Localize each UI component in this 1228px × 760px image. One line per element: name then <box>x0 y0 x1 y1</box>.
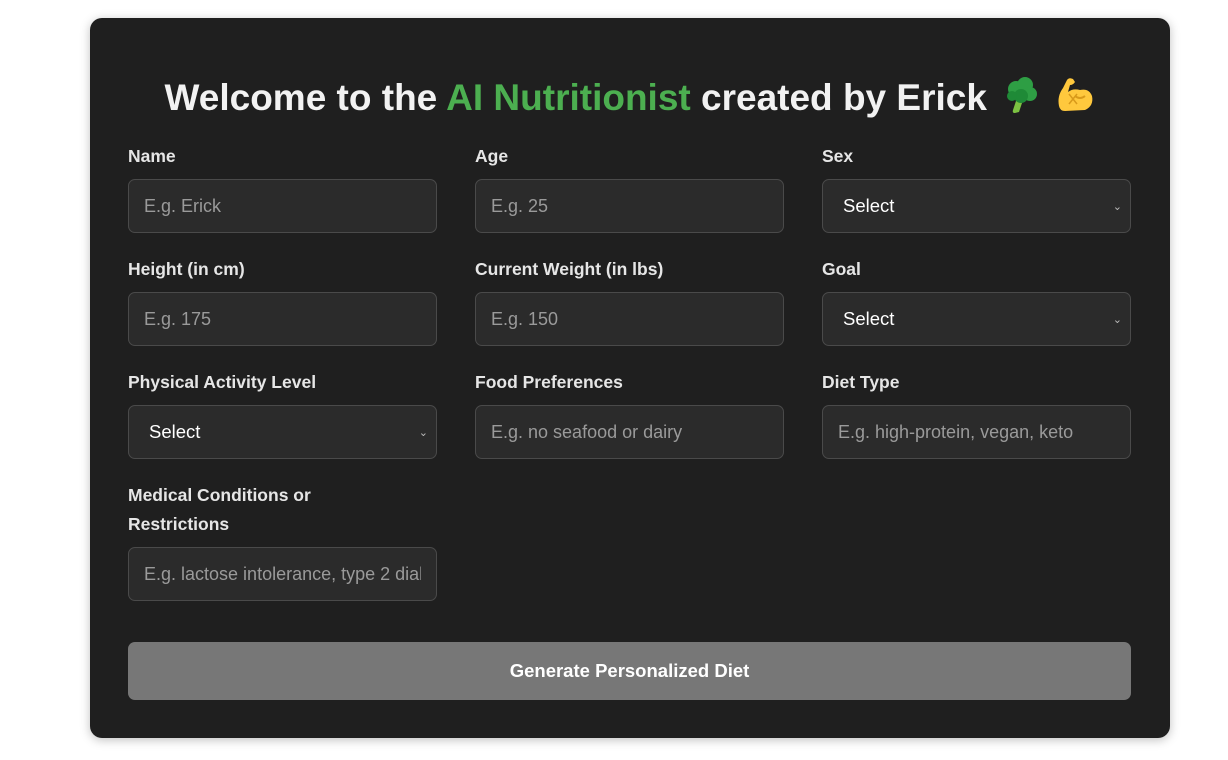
sex-label: Sex <box>822 146 854 166</box>
sex-select[interactable]: Select ⌄ <box>822 179 1131 233</box>
flexed-biceps-icon <box>1055 76 1095 114</box>
food-preferences-label: Food Preferences <box>475 372 623 392</box>
field-height: Height (in cm) <box>128 255 437 346</box>
title-accent: AI Nutritionist <box>446 77 691 118</box>
goal-select[interactable]: Select ⌄ <box>822 292 1131 346</box>
field-medical: Medical Conditions or Restrictions <box>128 481 437 601</box>
field-food-preferences: Food Preferences <box>475 368 784 459</box>
title-suffix: created by Erick <box>690 77 987 118</box>
chevron-down-icon: ⌄ <box>1112 200 1122 213</box>
field-weight: Current Weight (in lbs) <box>475 255 784 346</box>
goal-selected-value: Select <box>843 308 895 329</box>
activity-selected-value: Select <box>149 421 201 442</box>
weight-label: Current Weight (in lbs) <box>475 259 664 279</box>
medical-label-line1: Medical Conditions or <box>128 485 311 505</box>
field-name: Name <box>128 142 437 233</box>
height-label: Height (in cm) <box>128 259 245 279</box>
sex-selected-value: Select <box>843 195 895 216</box>
chevron-down-icon: ⌄ <box>418 426 428 439</box>
title-prefix: Welcome to the <box>164 77 447 118</box>
chevron-down-icon: ⌄ <box>1112 313 1122 326</box>
field-age: Age <box>475 142 784 233</box>
activity-select[interactable]: Select ⌄ <box>128 405 437 459</box>
page-title: Welcome to the AI Nutritionist created b… <box>90 76 1170 119</box>
name-label: Name <box>128 146 176 166</box>
medical-input[interactable] <box>128 547 437 601</box>
field-diet-type: Diet Type <box>822 368 1131 459</box>
field-goal: Goal Select ⌄ <box>822 255 1131 346</box>
food-preferences-input[interactable] <box>475 405 784 459</box>
diet-type-input[interactable] <box>822 405 1131 459</box>
broccoli-icon <box>1003 76 1039 114</box>
activity-label: Physical Activity Level <box>128 372 317 392</box>
diet-type-label: Diet Type <box>822 372 900 392</box>
name-input[interactable] <box>128 179 437 233</box>
field-sex: Sex Select ⌄ <box>822 142 1131 233</box>
medical-label: Medical Conditions or Restrictions <box>128 481 437 539</box>
form-card: Welcome to the AI Nutritionist created b… <box>90 18 1170 738</box>
age-label: Age <box>475 146 509 166</box>
field-activity: Physical Activity Level Select ⌄ <box>128 368 437 459</box>
goal-label: Goal <box>822 259 861 279</box>
age-input[interactable] <box>475 179 784 233</box>
medical-label-line2: Restrictions <box>128 514 230 534</box>
generate-diet-button[interactable]: Generate Personalized Diet <box>128 642 1131 700</box>
weight-input[interactable] <box>475 292 784 346</box>
height-input[interactable] <box>128 292 437 346</box>
